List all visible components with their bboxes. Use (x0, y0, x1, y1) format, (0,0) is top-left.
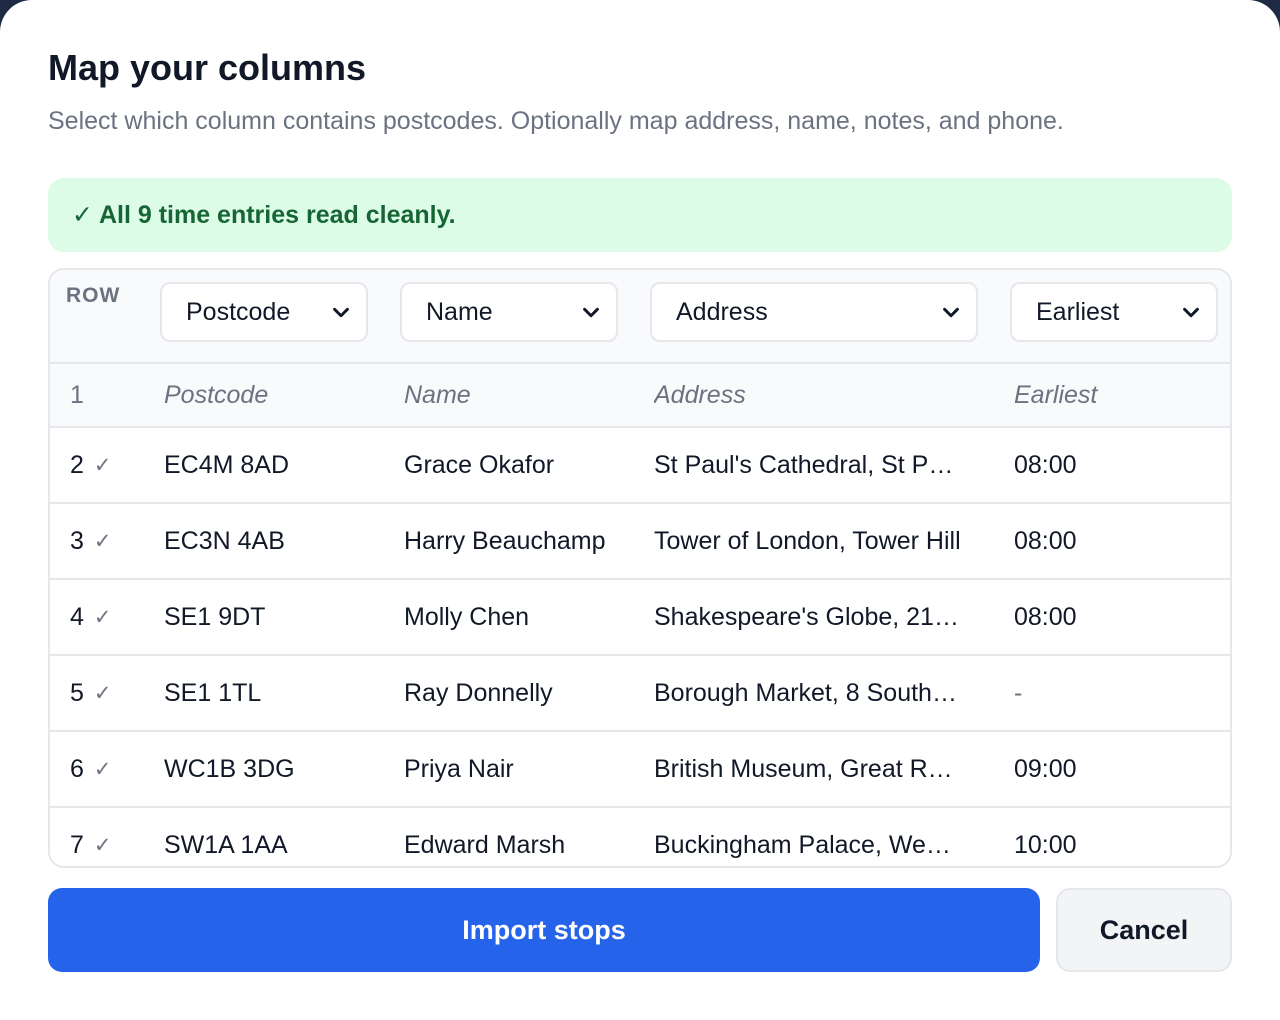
column-4-mapping-select[interactable]: Earliest (1010, 282, 1218, 342)
check-icon: ✓ (93, 681, 112, 705)
dialog-actions: Import stops Cancel (48, 888, 1232, 972)
column-mapping-table[interactable]: ROW Postcode Name Address Earliest 1 Pos… (48, 268, 1232, 868)
table-row: 4 ✓ SE1 9DT Molly Chen Shakespeare's Glob… (50, 580, 1230, 656)
column-3-mapping-value: Address (676, 297, 768, 326)
table-row: 7 ✓ SW1A 1AA Edward Marsh Buckingham Pala… (50, 808, 1230, 866)
address-cell: St Paul's Cathedral, St P… (654, 450, 954, 479)
table-row: 2 ✓ EC4M 8AD Grace Okafor St Paul's Cathe… (50, 428, 1230, 504)
table-row: 3 ✓ EC3N 4AB Harry Beauchamp Tower of Lon… (50, 504, 1230, 580)
check-icon: ✓ (93, 833, 112, 857)
column-3-mapping-select[interactable]: Address (650, 282, 978, 342)
row-number-cell: 4 ✓ (70, 580, 160, 654)
earliest-cell: 10:00 (1014, 830, 1077, 859)
map-columns-dialog: Map your columns Select which column con… (0, 0, 1280, 1020)
dialog-subtitle: Select which column contains postcodes. … (48, 107, 1064, 135)
earliest-cell: 09:00 (1014, 754, 1077, 783)
address-cell: Borough Market, 8 South… (654, 678, 957, 707)
postcode-cell: EC3N 4AB (164, 526, 285, 555)
check-icon: ✓ (93, 757, 112, 781)
row-number-cell: 6 ✓ (70, 732, 160, 806)
row-number: 2 (70, 450, 84, 479)
row-number-cell: 7 ✓ (70, 808, 160, 866)
dialog-title: Map your columns (48, 47, 367, 88)
chevron-down-icon (583, 307, 599, 318)
column-4-mapping-value: Earliest (1036, 297, 1120, 326)
success-banner: ✓ All 9 time entries read cleanly. (48, 178, 1232, 252)
name-cell: Edward Marsh (404, 830, 566, 859)
table-row: 6 ✓ WC1B 3DG Priya Nair British Museum, G… (50, 732, 1230, 808)
column-1-mapping-select[interactable]: Postcode (160, 282, 368, 342)
check-icon: ✓ (93, 453, 112, 477)
row-column-header: ROW (66, 284, 121, 307)
name-cell: Ray Donnelly (404, 678, 553, 707)
check-icon: ✓ (93, 605, 112, 629)
chevron-down-icon (1183, 307, 1199, 318)
row-number: 5 (70, 678, 84, 707)
postcode-cell: WC1B 3DG (164, 754, 295, 783)
address-cell: British Museum, Great R… (654, 754, 953, 783)
row-number-cell: 5 ✓ (70, 656, 160, 730)
column-1-mapping-value: Postcode (186, 297, 291, 326)
mapping-row: ROW Postcode Name Address Earliest (50, 270, 1230, 364)
postcode-cell: EC4M 8AD (164, 450, 290, 479)
row-number: 1 (70, 380, 84, 409)
address-cell: Tower of London, Tower Hill (654, 526, 961, 555)
postcode-cell: SE1 1TL (164, 678, 262, 707)
check-icon: ✓ (93, 529, 112, 553)
earliest-cell: 08:00 (1014, 526, 1077, 555)
address-cell: Shakespeare's Globe, 21… (654, 602, 959, 631)
row-number: 3 (70, 526, 84, 555)
chevron-down-icon (333, 307, 349, 318)
cancel-button[interactable]: Cancel (1056, 888, 1232, 972)
address-cell: Buckingham Palace, We… (654, 830, 951, 859)
earliest-cell: 08:00 (1014, 450, 1077, 479)
source-header-cell: Name (404, 380, 471, 409)
name-cell: Grace Okafor (404, 450, 555, 479)
earliest-cell: 08:00 (1014, 602, 1077, 631)
row-number: 4 (70, 602, 84, 631)
chevron-down-icon (943, 307, 959, 318)
name-cell: Priya Nair (404, 754, 514, 783)
row-number: 7 (70, 830, 84, 859)
import-stops-button[interactable]: Import stops (48, 888, 1040, 972)
source-header-row: 1 Postcode Name Address Earliest (50, 364, 1230, 428)
row-number-cell: 3 ✓ (70, 504, 160, 578)
name-cell: Harry Beauchamp (404, 526, 606, 555)
row-number: 6 (70, 754, 84, 783)
postcode-cell: SW1A 1AA (164, 830, 288, 859)
source-header-cell: Postcode (164, 380, 269, 409)
table-row: 5 ✓ SE1 1TL Ray Donnelly Borough Market, … (50, 656, 1230, 732)
name-cell: Molly Chen (404, 602, 530, 631)
source-header-cell: Earliest (1014, 380, 1098, 409)
column-2-mapping-select[interactable]: Name (400, 282, 618, 342)
source-header-cell: Address (654, 380, 746, 409)
postcode-cell: SE1 9DT (164, 602, 266, 631)
earliest-cell: - (1014, 678, 1023, 707)
column-2-mapping-value: Name (426, 297, 493, 326)
row-number-cell: 2 ✓ (70, 428, 160, 502)
